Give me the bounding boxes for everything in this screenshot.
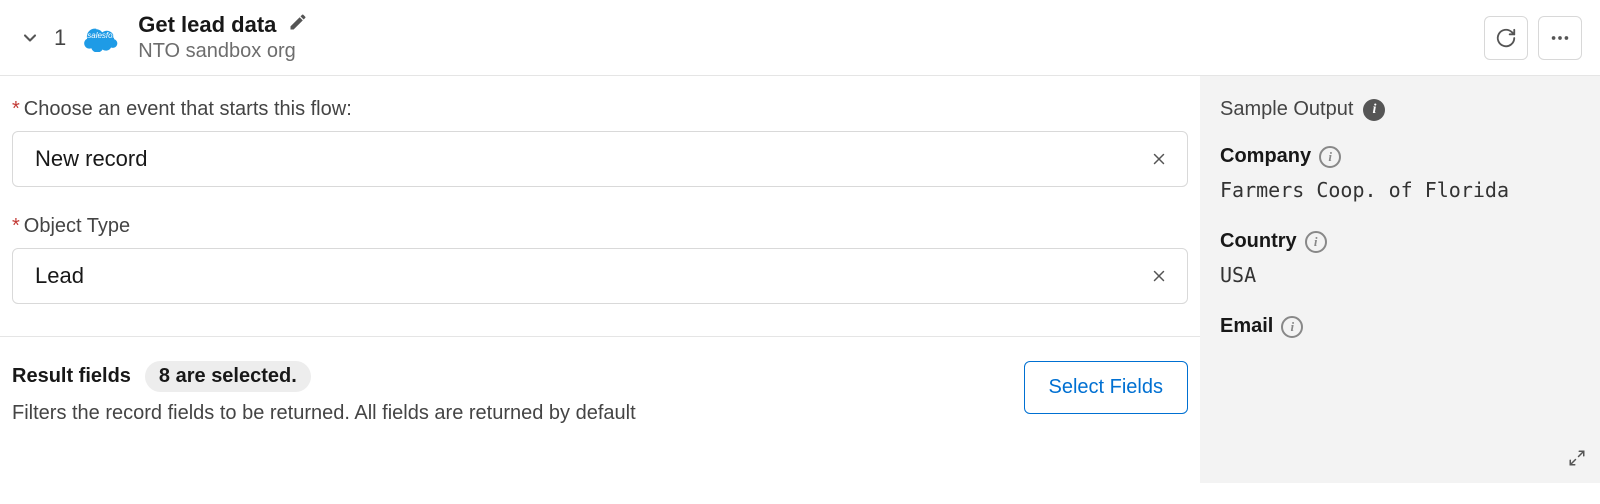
sample-output-panel: Sample Output i Company i Farmers Coop. … bbox=[1200, 76, 1600, 483]
more-actions-button[interactable] bbox=[1538, 16, 1582, 60]
object-type-label: *Object Type bbox=[12, 215, 1188, 238]
result-fields-heading: Result fields bbox=[12, 365, 131, 388]
object-type-combobox[interactable]: Lead bbox=[12, 248, 1188, 304]
info-icon[interactable]: i bbox=[1281, 316, 1303, 338]
info-icon[interactable]: i bbox=[1319, 146, 1341, 168]
sample-field-label: Email bbox=[1220, 315, 1273, 338]
section-divider bbox=[0, 336, 1200, 337]
result-fields-count-badge: 8 are selected. bbox=[145, 361, 311, 392]
event-combobox[interactable]: New record bbox=[12, 131, 1188, 187]
sample-field-label: Company bbox=[1220, 145, 1311, 168]
event-value: New record bbox=[35, 146, 1147, 172]
sample-field-value: USA bbox=[1220, 263, 1580, 287]
refresh-button[interactable] bbox=[1484, 16, 1528, 60]
clear-object-icon[interactable] bbox=[1147, 264, 1171, 288]
select-fields-button[interactable]: Select Fields bbox=[1024, 361, 1189, 414]
sample-output-heading: Sample Output bbox=[1220, 98, 1353, 121]
step-number: 1 bbox=[54, 25, 66, 51]
required-marker: * bbox=[12, 98, 20, 120]
clear-event-icon[interactable] bbox=[1147, 147, 1171, 171]
info-icon[interactable]: i bbox=[1305, 231, 1327, 253]
required-marker: * bbox=[12, 215, 20, 237]
collapse-chevron-icon[interactable] bbox=[16, 24, 44, 52]
step-title: Get lead data bbox=[138, 12, 276, 38]
event-label: *Choose an event that starts this flow: bbox=[12, 98, 1188, 121]
sample-field-value: Farmers Coop. of Florida bbox=[1220, 178, 1580, 202]
object-type-value: Lead bbox=[35, 263, 1147, 289]
sample-field-label: Country bbox=[1220, 230, 1297, 253]
step-header: 1 salesforce Get lead data NTO sandbox o… bbox=[0, 0, 1600, 76]
info-icon[interactable]: i bbox=[1363, 99, 1385, 121]
configuration-panel: *Choose an event that starts this flow: … bbox=[0, 76, 1200, 483]
salesforce-logo-icon: salesforce bbox=[80, 24, 120, 52]
expand-panel-icon[interactable] bbox=[1568, 449, 1586, 473]
step-subtitle: NTO sandbox org bbox=[138, 40, 308, 63]
result-fields-description: Filters the record fields to be returned… bbox=[12, 402, 1010, 425]
edit-title-icon[interactable] bbox=[288, 12, 308, 38]
